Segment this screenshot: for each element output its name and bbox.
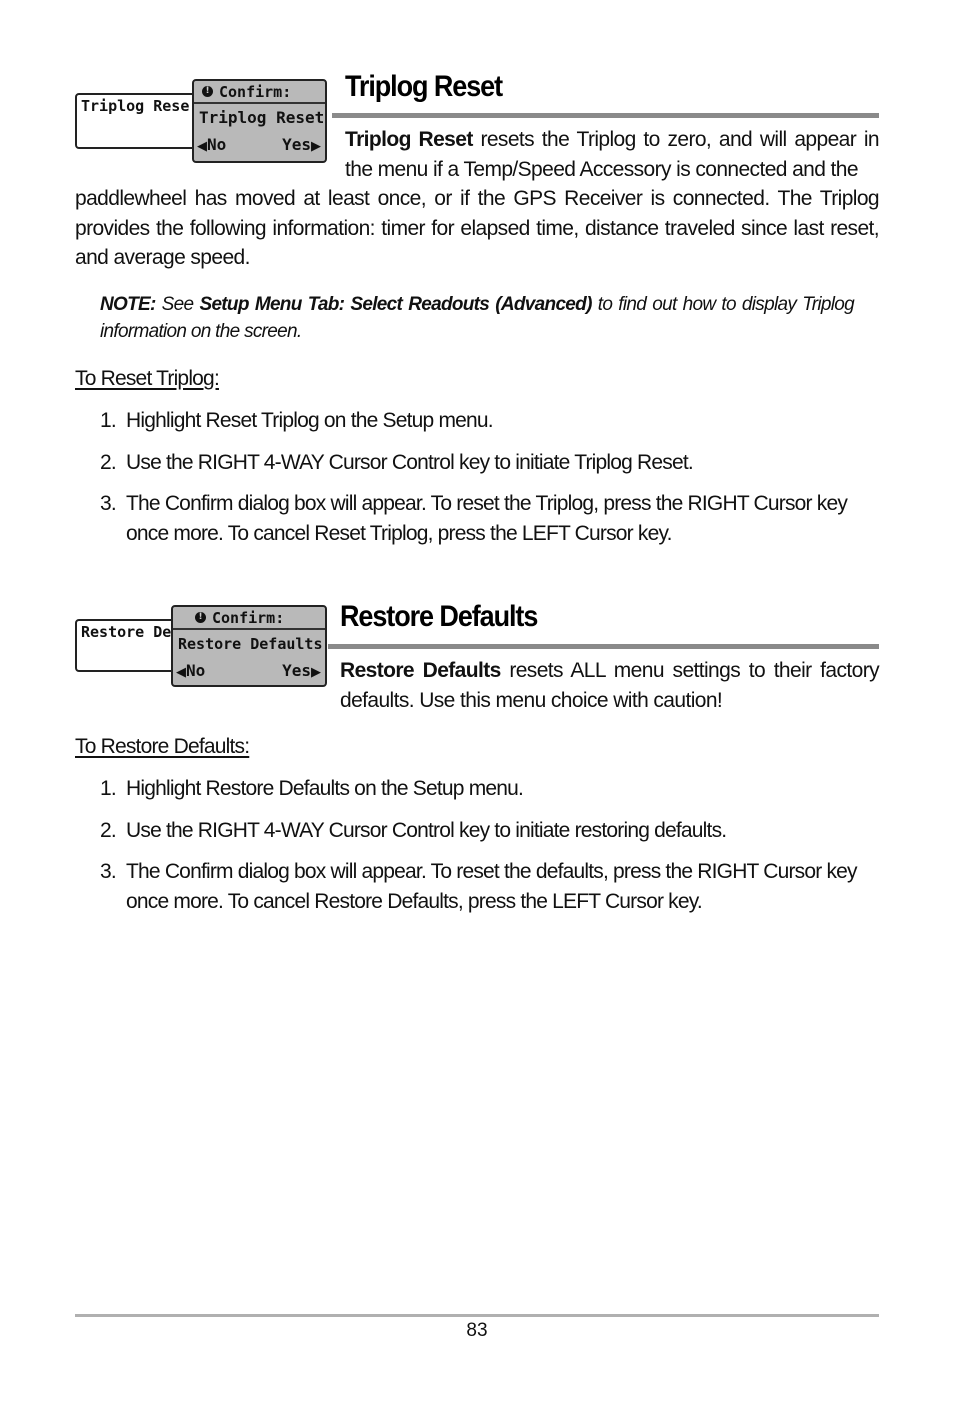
step-text: Use the RIGHT 4-WAY Cursor Control key t…: [126, 818, 727, 842]
procedure-heading-restore-defaults: To Restore Defaults:: [75, 735, 250, 758]
dialog-item: Restore Defaults: [178, 635, 323, 653]
dialog-title-bar: ! Confirm:: [194, 81, 325, 104]
restore-defaults-steps: 1. Highlight Restore Defaults on the Set…: [100, 774, 860, 928]
arrow-right-icon: ▶: [311, 665, 321, 680]
step-text: Highlight Restore Defaults on the Setup …: [126, 777, 524, 800]
triplog-intro-continued: paddlewheel has moved at least once, or …: [75, 187, 880, 269]
step-text: Highlight Reset Triplog on the Setup men…: [126, 409, 494, 432]
step-number: 1.: [100, 777, 117, 800]
confirm-dialog: ! Confirm: Triplog Reset ◀No Yes▶: [192, 79, 327, 163]
menu-item-label: Restore De: [81, 623, 172, 641]
setup-menu-item: Restore De: [75, 619, 179, 672]
no-option: ◀No: [176, 658, 205, 684]
dialog-title-bar: ! Confirm:: [173, 607, 325, 630]
section-heading-restore-defaults: Restore Defaults: [340, 600, 538, 633]
page-number: 83: [466, 1320, 488, 1341]
dialog-options: ◀No Yes▶: [173, 658, 325, 684]
section-heading-triplog-reset: Triplog Reset: [345, 70, 503, 103]
dialog-item: Triplog Reset: [199, 108, 325, 127]
step-number: 3.: [100, 860, 117, 883]
yes-label: Yes: [282, 661, 311, 680]
step-text: The Confirm dialog box will appear. To r…: [126, 492, 848, 545]
list-item: 3. The Confirm dialog box will appear. T…: [100, 489, 860, 548]
no-label: No: [186, 661, 206, 680]
reset-triplog-steps: 1. Highlight Reset Triplog on the Setup …: [100, 406, 860, 560]
footer-rule: [75, 1314, 879, 1317]
list-item: 1. Highlight Reset Triplog on the Setup …: [100, 406, 860, 436]
list-item: 1. Highlight Restore Defaults on the Set…: [100, 774, 860, 804]
list-item: 2. Use the RIGHT 4-WAY Cursor Control ke…: [100, 816, 860, 846]
no-label: No: [207, 135, 227, 154]
step-text: The Confirm dialog box will appear. To r…: [126, 860, 858, 913]
confirm-dialog: ! Confirm: Restore Defaults ◀No Yes▶: [171, 605, 327, 687]
list-item: 3. The Confirm dialog box will appear. T…: [100, 857, 860, 916]
note-pre: See: [155, 294, 200, 315]
triplog-intro-paragraph: Triplog Reset resets the Triplog to zero…: [345, 125, 880, 184]
procedure-heading-reset-triplog: To Reset Triplog:: [75, 367, 220, 390]
arrow-left-icon: ◀: [176, 665, 186, 680]
yes-label: Yes: [282, 135, 311, 154]
arrow-left-icon: ◀: [197, 139, 207, 154]
restore-defaults-intro-paragraph: Restore Defaults resets ALL menu setting…: [340, 656, 880, 715]
step-number: 3.: [100, 492, 117, 515]
intro-bold-term: Triplog Reset: [345, 128, 473, 151]
yes-option: Yes▶: [282, 658, 321, 684]
note-label: NOTE:: [100, 294, 156, 315]
no-option: ◀No: [197, 132, 226, 158]
dialog-title: Confirm:: [212, 608, 285, 627]
yes-option: Yes▶: [282, 132, 321, 158]
step-text: Use the RIGHT 4-WAY Cursor Control key t…: [126, 450, 694, 474]
step-number: 2.: [100, 818, 117, 842]
dialog-options: ◀No Yes▶: [194, 132, 325, 158]
alert-icon: !: [202, 86, 213, 97]
dialog-title: Confirm:: [219, 82, 292, 101]
step-number: 2.: [100, 450, 117, 474]
note-paragraph: NOTE: See Setup Menu Tab: Select Readout…: [100, 291, 855, 345]
intro-bold-term: Restore Defaults: [340, 659, 501, 682]
note-reference: Setup Menu Tab: Select Readouts (Advance…: [199, 294, 592, 315]
step-number: 1.: [100, 409, 117, 432]
menu-item-label: Triplog Rese: [81, 97, 190, 115]
manual-page: Triplog Rese ! Confirm: Triplog Reset ◀N…: [0, 0, 954, 1406]
heading-rule: [332, 113, 879, 118]
alert-icon: !: [195, 612, 206, 623]
setup-menu-item: Triplog Rese: [75, 93, 197, 149]
arrow-right-icon: ▶: [311, 139, 321, 154]
list-item: 2. Use the RIGHT 4-WAY Cursor Control ke…: [100, 448, 860, 478]
heading-rule: [328, 644, 879, 649]
